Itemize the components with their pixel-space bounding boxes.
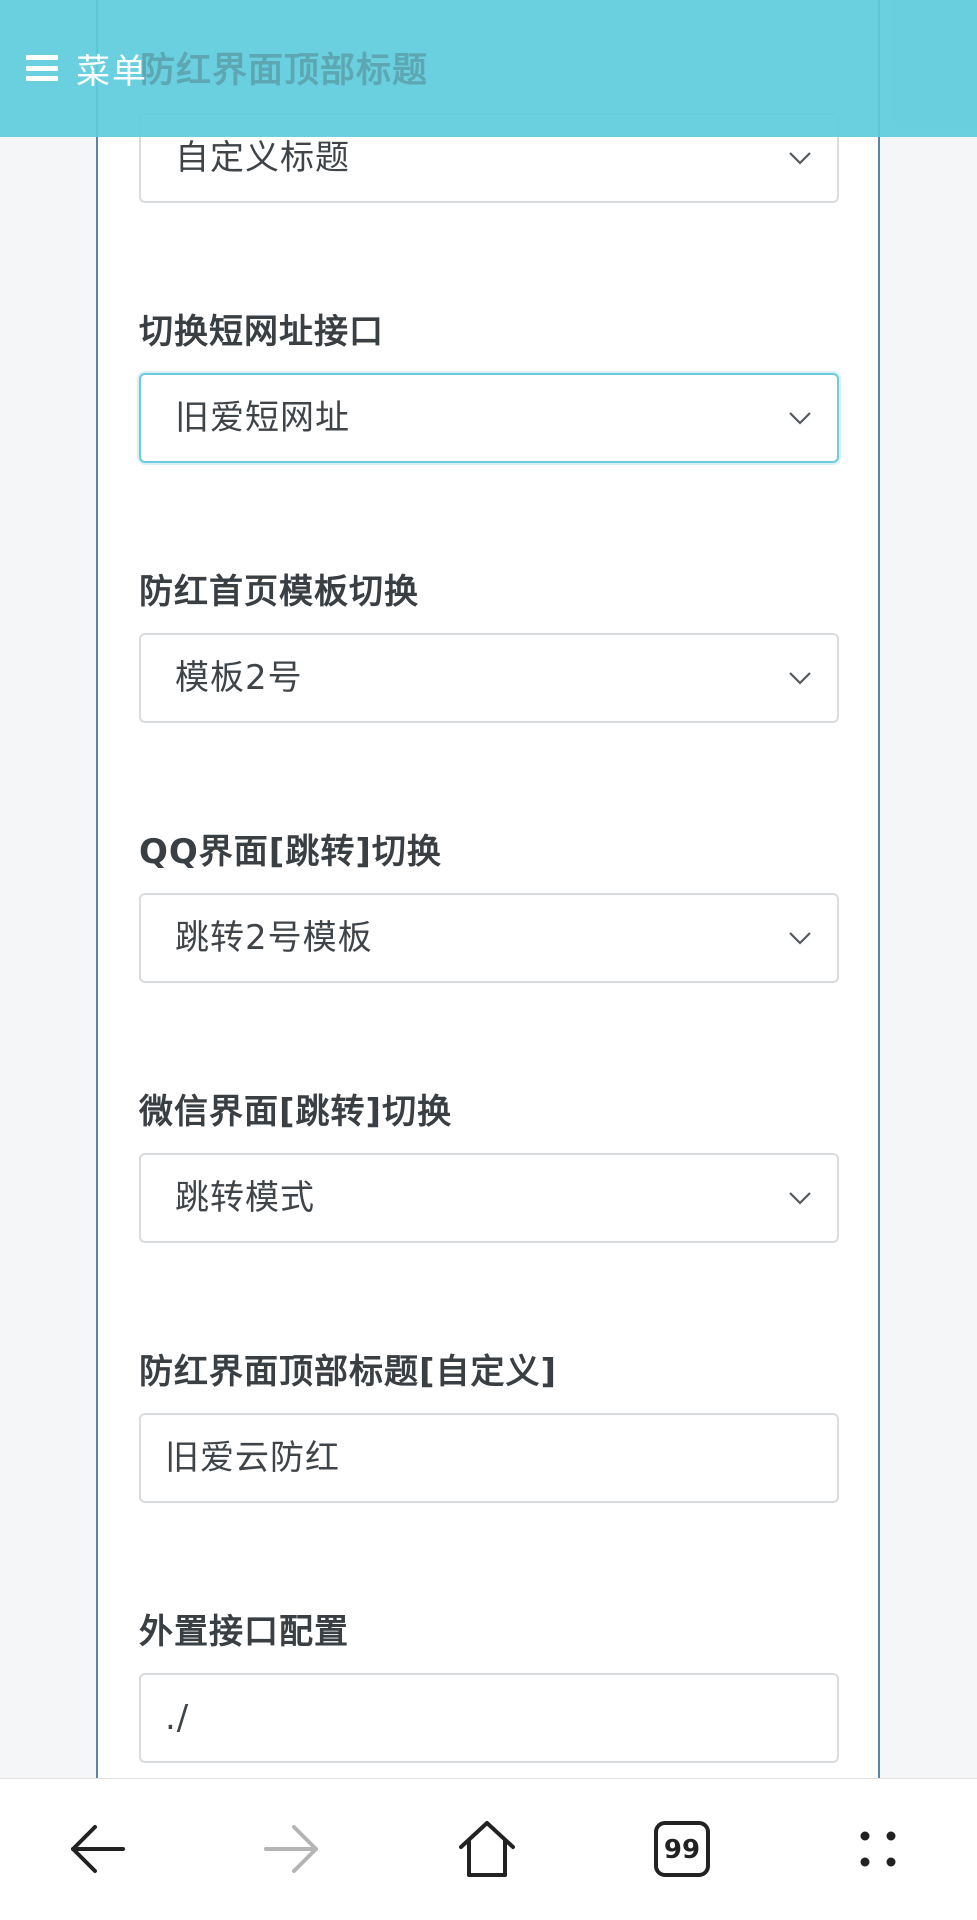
tabs-button[interactable]: 99 — [642, 1809, 722, 1889]
arrow-left-icon — [71, 1825, 125, 1873]
hamburger-icon — [26, 55, 58, 81]
top-header: 防红界面顶部标题 菜单 — [0, 0, 977, 137]
custom-title-label: 防红界面顶部标题[自定义] — [139, 1352, 558, 1392]
back-button[interactable] — [57, 1809, 137, 1889]
chevron-down-icon — [789, 412, 811, 425]
settings-card — [96, 0, 880, 1780]
wechat-jump-label: 微信界面[跳转]切换 — [139, 1092, 453, 1132]
forward-button[interactable] — [252, 1809, 332, 1889]
qq-jump-select[interactable]: 跳转2号模板 — [139, 893, 839, 983]
menu-button[interactable]: 菜单 — [26, 44, 148, 92]
more-button[interactable] — [838, 1809, 918, 1889]
tabs-count-icon: 99 — [654, 1821, 710, 1877]
shortlink-label: 切换短网址接口 — [139, 312, 384, 352]
custom-title-input[interactable]: 旧爱云防红 — [139, 1413, 839, 1503]
qq-jump-select-value: 跳转2号模板 — [175, 918, 373, 958]
wechat-jump-select[interactable]: 跳转模式 — [139, 1153, 839, 1243]
external-api-input[interactable]: ./ — [139, 1673, 839, 1763]
home-template-select-value: 模板2号 — [175, 658, 303, 698]
home-template-select[interactable]: 模板2号 — [139, 633, 839, 723]
home-template-label: 防红首页模板切换 — [139, 572, 419, 612]
qq-jump-label: QQ界面[跳转]切换 — [139, 832, 442, 872]
tabs-count: 99 — [664, 1835, 700, 1865]
shortlink-select[interactable]: 旧爱短网址 — [139, 373, 839, 463]
chevron-down-icon — [789, 152, 811, 165]
scrolled-heading-ghost: 防红界面顶部标题 — [140, 51, 429, 91]
external-api-label: 外置接口配置 — [139, 1612, 349, 1652]
arrow-right-icon — [264, 1825, 318, 1873]
dots-grid-icon — [860, 1831, 896, 1867]
chevron-down-icon — [789, 1192, 811, 1205]
home-icon — [459, 1821, 515, 1877]
page: 防红界面顶部标题 菜单 自定义标题 切换短网址接口 旧爱短网址 防红首页模板切换… — [0, 0, 977, 1920]
shortlink-select-value: 旧爱短网址 — [175, 398, 350, 438]
chevron-down-icon — [789, 672, 811, 685]
chevron-down-icon — [789, 932, 811, 945]
menu-label: 菜单 — [76, 51, 148, 92]
browser-bottom-nav: 99 — [0, 1778, 977, 1920]
home-button[interactable] — [447, 1809, 527, 1889]
custom-title-input-value: 旧爱云防红 — [165, 1438, 340, 1478]
external-api-input-value: ./ — [165, 1698, 190, 1738]
wechat-jump-select-value: 跳转模式 — [175, 1178, 315, 1218]
